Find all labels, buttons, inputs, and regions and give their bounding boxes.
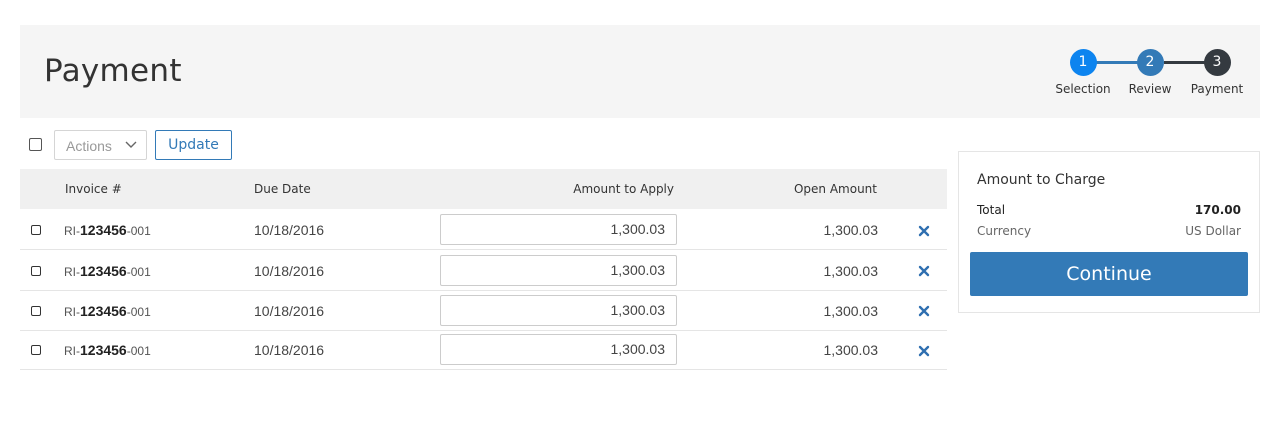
step-label: Selection: [1055, 82, 1111, 96]
due-date: 10/18/2016: [254, 222, 325, 238]
column-header-invoice[interactable]: Invoice #: [65, 182, 122, 196]
step-number: 1: [1069, 49, 1097, 76]
step-label: Payment: [1190, 82, 1244, 96]
column-header-open-amount[interactable]: Open Amount: [794, 182, 877, 196]
close-icon[interactable]: [917, 304, 931, 318]
amount-to-apply-input[interactable]: 1,300.03: [440, 214, 677, 245]
amount-to-apply-input[interactable]: 1,300.03: [440, 255, 677, 286]
page-title: Payment: [44, 53, 182, 89]
open-amount: 1,300.03: [823, 263, 879, 279]
currency-value: US Dollar: [1185, 224, 1241, 238]
step-selection[interactable]: 1 Selection: [1053, 49, 1113, 96]
currency-label: Currency: [977, 224, 1032, 238]
invoice-number[interactable]: RI-123456-001: [64, 222, 151, 238]
charge-panel-title: Amount to Charge: [977, 172, 1106, 188]
due-date: 10/18/2016: [254, 263, 325, 279]
open-amount: 1,300.03: [823, 342, 879, 358]
step-payment[interactable]: 3 Payment: [1187, 49, 1247, 96]
continue-button[interactable]: Continue: [970, 252, 1248, 296]
table-row: RI-123456-001 10/18/2016 1,300.03 1,300.…: [20, 291, 947, 331]
page-header: Payment 1 Selection 2 Review 3 Payment: [20, 25, 1260, 118]
row-checkbox[interactable]: [31, 225, 41, 235]
row-checkbox[interactable]: [31, 306, 41, 316]
total-value: 170.00: [1194, 203, 1241, 217]
close-icon[interactable]: [917, 264, 931, 278]
actions-dropdown-label: Actions: [66, 138, 112, 154]
open-amount: 1,300.03: [823, 303, 879, 319]
close-icon[interactable]: [917, 224, 931, 238]
table-row: RI-123456-001 10/18/2016 1,300.03 1,300.…: [20, 210, 947, 250]
table-row: RI-123456-001 10/18/2016 1,300.03 1,300.…: [20, 330, 947, 370]
invoice-number[interactable]: RI-123456-001: [64, 303, 151, 319]
total-label: Total: [977, 203, 1006, 217]
update-button[interactable]: Update: [155, 130, 232, 160]
amount-to-apply-input[interactable]: 1,300.03: [440, 295, 677, 326]
invoice-table-header: Invoice # Due Date Amount to Apply Open …: [20, 169, 947, 209]
actions-dropdown[interactable]: Actions: [54, 130, 147, 160]
chevron-down-icon: [125, 141, 137, 148]
open-amount: 1,300.03: [823, 222, 879, 238]
amount-to-apply-input[interactable]: 1,300.03: [440, 334, 677, 365]
due-date: 10/18/2016: [254, 303, 325, 319]
column-header-amount-to-apply[interactable]: Amount to Apply: [573, 182, 674, 196]
column-header-due-date[interactable]: Due Date: [254, 182, 311, 196]
step-review[interactable]: 2 Review: [1120, 49, 1180, 96]
step-number: 2: [1136, 49, 1164, 76]
row-checkbox[interactable]: [31, 266, 41, 276]
table-row: RI-123456-001 10/18/2016 1,300.03 1,300.…: [20, 251, 947, 291]
step-label: Review: [1128, 82, 1172, 96]
progress-stepper: 1 Selection 2 Review 3 Payment: [1030, 49, 1260, 119]
due-date: 10/18/2016: [254, 342, 325, 358]
step-number: 3: [1203, 49, 1231, 76]
row-checkbox[interactable]: [31, 345, 41, 355]
close-icon[interactable]: [917, 344, 931, 358]
select-all-checkbox[interactable]: [29, 138, 42, 151]
invoice-number[interactable]: RI-123456-001: [64, 342, 151, 358]
invoice-number[interactable]: RI-123456-001: [64, 263, 151, 279]
amount-to-charge-panel: Amount to Charge Total 170.00 Currency U…: [958, 151, 1260, 313]
